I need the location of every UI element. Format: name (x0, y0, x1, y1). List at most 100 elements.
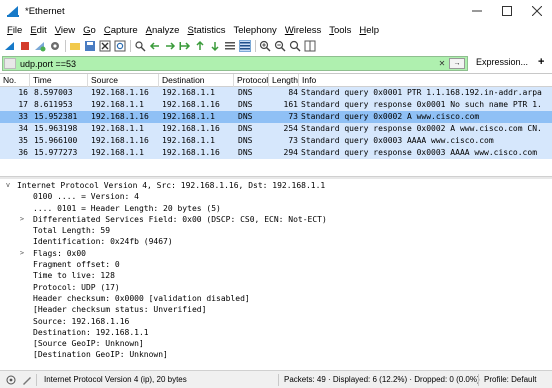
detail-tree-item[interactable]: > Flags: 0x00 (0, 248, 552, 259)
detail-tree-item[interactable]: [Header checksum status: Unverified] (0, 304, 552, 315)
expand-chevron-right-icon[interactable]: > (18, 248, 26, 259)
menu-help[interactable]: Help (355, 25, 383, 36)
packet-cell-len: 73 (288, 136, 298, 145)
packet-cell-src: 192.168.1.1 (91, 124, 144, 133)
column-header-info[interactable]: Info (299, 74, 552, 87)
packet-cell-src: 192.168.1.16 (91, 136, 149, 145)
detail-text: Fragment offset: 0 (33, 260, 120, 270)
packet-cell-info: Standard query 0x0003 AAAA www.cisco.com (301, 136, 494, 145)
detail-text: Total Length: 59 (33, 226, 111, 236)
apply-filter-icon[interactable]: → (449, 58, 465, 69)
packet-cell-info: Standard query 0x0001 PTR 1.1.168.192.in… (301, 88, 542, 97)
packet-row[interactable]: 33 15.952381 192.168.1.16 192.168.1.1 DNS 73 S… (0, 111, 552, 123)
go-last-icon[interactable] (209, 40, 221, 52)
column-header-no[interactable]: No. (0, 74, 30, 87)
detail-tree-item[interactable]: Source: 192.168.1.16 (0, 316, 552, 327)
stop-icon[interactable] (19, 40, 31, 52)
reload-icon[interactable] (114, 40, 126, 52)
wireshark-app-icon (6, 4, 20, 18)
packet-row[interactable]: 35 15.966100 192.168.1.16 192.168.1.1 DNS 73 S… (0, 135, 552, 147)
options-gear-icon[interactable] (49, 40, 61, 52)
maximize-button[interactable] (492, 0, 522, 22)
go-forward-icon[interactable] (164, 40, 176, 52)
menu-tools[interactable]: Tools (325, 25, 355, 36)
expand-chevron-right-icon[interactable]: > (18, 214, 26, 225)
menu-analyze[interactable]: Analyze (142, 25, 184, 36)
filter-text: udp.port ==53 (20, 58, 77, 69)
close-button[interactable] (522, 0, 552, 22)
resize-columns-icon[interactable] (304, 40, 316, 52)
packet-cell-no: 35 (18, 136, 28, 145)
menu-statistics[interactable]: Statistics (183, 25, 229, 36)
detail-tree-item[interactable]: 0100 .... = Version: 4 (0, 191, 552, 202)
zoom-out-icon[interactable] (274, 40, 286, 52)
detail-text: [Header checksum status: Unverified] (33, 305, 207, 315)
packet-list: No. Time Source Destination Protocol Len… (0, 73, 552, 175)
packet-row[interactable]: 17 8.611953 192.168.1.1 192.168.1.16 DNS 161 S… (0, 99, 552, 111)
go-back-icon[interactable] (149, 40, 161, 52)
display-filter-bar: udp.port ==53 ✕ → Expression... + (0, 55, 552, 72)
detail-text: Internet Protocol Version 4, Src: 192.16… (17, 181, 326, 190)
menu-go[interactable]: Go (79, 25, 100, 36)
close-file-icon[interactable] (99, 40, 111, 52)
detail-tree-item[interactable]: [Source GeoIP: Unknown] (0, 338, 552, 349)
status-packet-counts: Packets: 49 · Displayed: 6 (12.2%) · Dro… (284, 375, 480, 384)
packet-row[interactable]: 16 8.597003 192.168.1.16 192.168.1.1 DNS 84 St… (0, 87, 552, 99)
packet-cell-src: 192.168.1.1 (91, 148, 144, 157)
pane-splitter[interactable] (0, 176, 552, 179)
expression-button[interactable]: Expression... (476, 57, 528, 67)
shark-fin-start-icon[interactable] (4, 40, 16, 52)
detail-tree-header[interactable]: v Internet Protocol Version 4, Src: 192.1… (0, 180, 552, 192)
go-first-icon[interactable] (194, 40, 206, 52)
main-toolbar (0, 38, 552, 54)
detail-tree-item[interactable]: > Differentiated Services Field: 0x00 (DS… (0, 214, 552, 225)
restart-icon[interactable] (34, 40, 46, 52)
display-filter-input[interactable]: udp.port ==53 ✕ → (2, 56, 468, 71)
menu-wireless[interactable]: Wireless (281, 25, 325, 36)
minimize-button[interactable] (462, 0, 492, 22)
detail-tree-item[interactable]: Fragment offset: 0 (0, 259, 552, 270)
capture-comment-icon[interactable] (22, 375, 32, 387)
detail-tree-item[interactable]: Identification: 0x24fb (9467) (0, 236, 552, 247)
column-header-destination[interactable]: Destination (159, 74, 234, 87)
menu-file[interactable]: File (3, 25, 26, 36)
expand-chevron-down-icon[interactable]: v (4, 180, 12, 191)
detail-tree-item[interactable]: .... 0101 = Header Length: 20 bytes (5) (0, 203, 552, 214)
packet-cell-proto: DNS (238, 100, 253, 109)
packet-row[interactable]: 36 15.977273 192.168.1.1 192.168.1.16 DNS 294… (0, 147, 552, 159)
column-header-source[interactable]: Source (88, 74, 159, 87)
zoom-normal-icon[interactable] (289, 40, 301, 52)
menu-capture[interactable]: Capture (100, 25, 142, 36)
menu-telephony[interactable]: Telephony (230, 25, 281, 36)
detail-text: [Source GeoIP: Unknown] (33, 339, 144, 349)
auto-scroll-icon[interactable] (224, 40, 236, 52)
detail-tree-item[interactable]: Time to live: 128 (0, 270, 552, 281)
expert-info-icon[interactable] (6, 375, 16, 387)
packet-cell-info: Standard query response 0x0002 A www.cis… (301, 124, 542, 133)
save-file-icon[interactable] (84, 40, 96, 52)
column-header-length[interactable]: Length (269, 74, 299, 87)
menu-edit[interactable]: Edit (26, 25, 50, 36)
detail-tree-item[interactable]: Header checksum: 0x0000 [validation disa… (0, 293, 552, 304)
open-folder-icon[interactable] (69, 40, 81, 52)
menu-view[interactable]: View (51, 25, 79, 36)
packet-cell-dst: 192.168.1.1 (162, 88, 215, 97)
add-filter-button[interactable]: + (538, 56, 544, 68)
packet-cell-proto: DNS (238, 112, 253, 121)
clear-filter-icon[interactable]: ✕ (437, 59, 447, 69)
detail-tree-item[interactable]: Protocol: UDP (17) (0, 282, 552, 293)
bookmark-icon[interactable] (4, 58, 16, 69)
colorize-icon[interactable] (239, 40, 251, 52)
detail-tree-item[interactable]: Destination: 192.168.1.1 (0, 327, 552, 338)
detail-tree-item[interactable]: [Destination GeoIP: Unknown] (0, 349, 552, 360)
column-header-protocol[interactable]: Protocol (234, 74, 269, 87)
packet-cell-src: 192.168.1.1 (91, 100, 144, 109)
packet-cell-src: 192.168.1.16 (91, 88, 149, 97)
status-profile[interactable]: Profile: Default (484, 375, 536, 384)
zoom-in-icon[interactable] (259, 40, 271, 52)
column-header-time[interactable]: Time (30, 74, 88, 87)
go-to-packet-icon[interactable] (179, 40, 191, 52)
detail-tree-item[interactable]: Total Length: 59 (0, 225, 552, 236)
find-packet-icon[interactable] (134, 40, 146, 52)
packet-row[interactable]: 34 15.963198 192.168.1.1 192.168.1.16 DNS 254… (0, 123, 552, 135)
